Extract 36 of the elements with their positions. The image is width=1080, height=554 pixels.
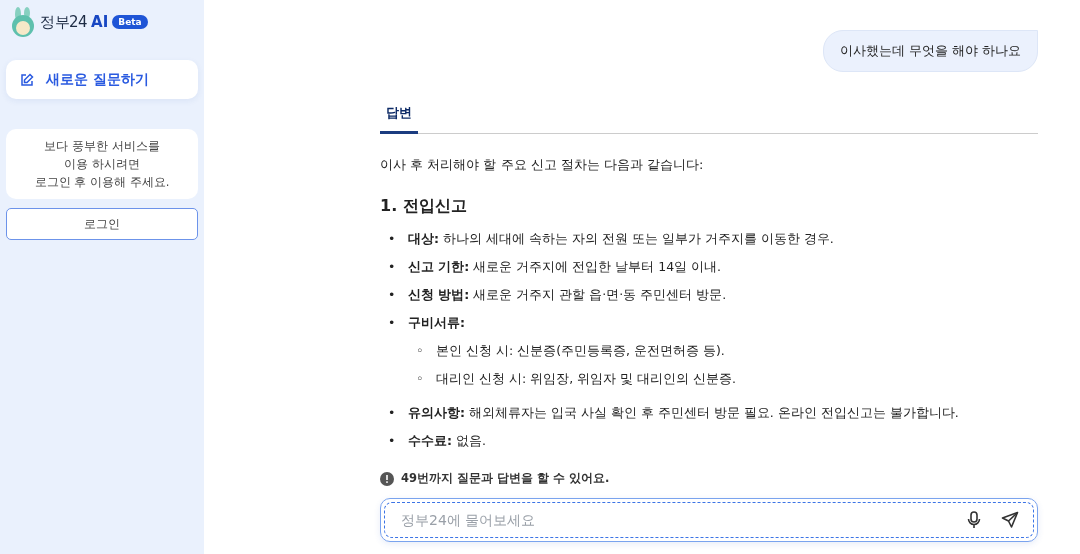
answer-item-text: 신청 방법: 새로운 거주지 관할 읍·면·동 주민센터 방문. xyxy=(408,287,727,302)
bullet-marker: • xyxy=(388,258,397,276)
answer-text: 이사 후 처리해야 할 주요 신고 절차는 다음과 같습니다: xyxy=(380,156,705,174)
answer-item-text: 본인 신청 시: 신분증(주민등록증, 운전면허증 등). xyxy=(436,343,725,358)
login-notice-text: 보다 풍부한 서비스를 xyxy=(43,138,161,155)
answer-item-text: 대리인 신청 시: 위임장, 위임자 및 대리인의 신분증. xyxy=(436,371,736,386)
logo-text: 정부24 xyxy=(40,12,88,32)
beta-badge: Beta xyxy=(112,15,148,29)
answer-tab[interactable]: 답변 xyxy=(380,100,418,134)
bullet-marker: • xyxy=(388,432,397,450)
login-notice-text: 로그인 후 이용해 주세요. xyxy=(33,174,171,191)
new-question-button[interactable]: 새로운 질문하기 xyxy=(6,60,198,99)
question-input-field[interactable]: 정부24에 물어보세요 xyxy=(384,502,1034,538)
edit-icon xyxy=(20,72,34,87)
question-limit-notice: 49번까지 질문과 답변을 할 수 있어요. xyxy=(401,471,610,486)
answer-item-text: 신고 기한: 새로운 거주지에 전입한 날부터 14일 이내. xyxy=(408,259,722,274)
answer-item-text: 유의사항: 해외체류자는 입국 사실 확인 후 주민센터 방문 필요. 온라인 전입신고는 불가합니다. xyxy=(408,405,959,420)
send-icon[interactable] xyxy=(1001,511,1019,529)
info-icon xyxy=(380,471,394,486)
bullet-marker: • xyxy=(388,286,397,304)
login-button[interactable]: 로그인 xyxy=(6,208,198,240)
microphone-icon[interactable] xyxy=(967,511,981,529)
answer-item-text: 구비서류: xyxy=(408,315,465,330)
answer-item-text: 수수료: 없음. xyxy=(408,433,486,448)
bullet-marker: • xyxy=(388,404,397,422)
answer-heading: 1. 전입신고 xyxy=(380,196,468,217)
logo-ai-text: AI xyxy=(91,13,109,31)
user-message: 이사했는데 무엇을 해야 하나요 xyxy=(822,30,1038,72)
bullet-marker: ◦ xyxy=(416,370,425,388)
login-notice-text: 이용 하시려면 xyxy=(63,156,141,173)
answer-item-text: 대상: 하나의 세대에 속하는 자의 전원 또는 일부가 거주지를 이동한 경우. xyxy=(408,231,834,246)
bullet-marker: ◦ xyxy=(416,342,425,360)
bullet-marker: • xyxy=(388,230,397,248)
question-text-input[interactable]: 정부24에 물어보세요 xyxy=(399,511,967,529)
mascot-icon xyxy=(10,7,36,37)
bullet-marker: • xyxy=(388,314,397,332)
